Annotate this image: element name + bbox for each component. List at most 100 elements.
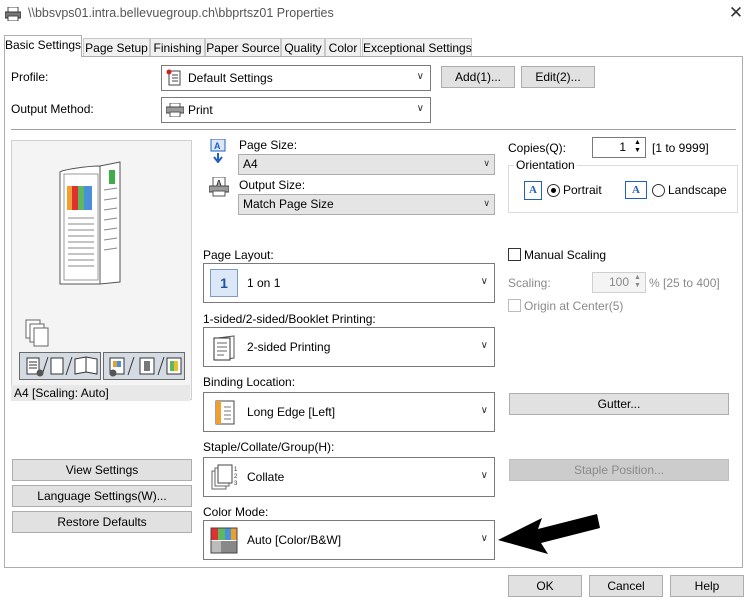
svg-text:A: A bbox=[214, 141, 221, 151]
edit-profile-button[interactable]: Edit(2)... bbox=[521, 66, 595, 88]
svg-text:3: 3 bbox=[234, 481, 238, 487]
tab-paper-source[interactable]: Paper Source bbox=[205, 38, 281, 57]
copies-stack-icon bbox=[25, 319, 49, 347]
binding-location-label: Binding Location: bbox=[203, 375, 296, 389]
binding-location-value: Long Edge [Left] bbox=[247, 405, 336, 419]
radio-selected-dot bbox=[551, 188, 556, 193]
scaling-range: % [25 to 400] bbox=[649, 276, 720, 290]
spin-up-icon[interactable]: ▲ bbox=[631, 274, 644, 282]
copies-value: 1 bbox=[619, 140, 626, 154]
page-size-label: Page Size: bbox=[239, 138, 298, 152]
page-size-select[interactable]: A4 ∨ bbox=[238, 154, 495, 175]
spin-up-icon[interactable]: ▲ bbox=[631, 139, 644, 147]
binding-location-select[interactable]: Long Edge [Left] ∨ bbox=[203, 392, 495, 432]
collate-icon: 1 2 3 bbox=[211, 464, 238, 490]
preview-caption: A4 [Scaling: Auto] bbox=[11, 385, 190, 401]
staple-position-button[interactable]: Staple Position... bbox=[509, 459, 729, 481]
page-layout-label: Page Layout: bbox=[203, 248, 274, 262]
close-icon[interactable]: ✕ bbox=[726, 2, 746, 24]
cancel-button[interactable]: Cancel bbox=[589, 575, 663, 597]
svg-text:1: 1 bbox=[234, 467, 238, 473]
separator bbox=[11, 129, 736, 130]
page-layout-icon: 1 bbox=[210, 269, 238, 297]
language-settings-button[interactable]: Language Settings(W)... bbox=[12, 485, 192, 507]
staple-value: Collate bbox=[247, 470, 285, 484]
tab-quality[interactable]: Quality bbox=[281, 38, 325, 57]
view-settings-button[interactable]: View Settings bbox=[12, 459, 192, 481]
landscape-radio[interactable] bbox=[652, 184, 665, 197]
tab-color[interactable]: Color bbox=[325, 38, 361, 57]
landscape-icon: A bbox=[625, 181, 647, 199]
restore-defaults-button[interactable]: Restore Defaults bbox=[12, 511, 192, 533]
portrait-icon: A bbox=[524, 181, 542, 200]
chevron-down-icon: ∨ bbox=[480, 533, 488, 544]
gutter-button[interactable]: Gutter... bbox=[509, 393, 729, 415]
chevron-down-icon: ∨ bbox=[480, 276, 488, 287]
output-size-icon: A bbox=[209, 177, 229, 197]
output-size-select[interactable]: Match Page Size ∨ bbox=[238, 194, 495, 215]
profile-icon bbox=[166, 69, 181, 86]
tab-page-setup[interactable]: Page Setup bbox=[83, 38, 150, 57]
output-size-label: Output Size: bbox=[239, 178, 306, 192]
sided-printing-select[interactable]: 2-sided Printing ∨ bbox=[203, 327, 495, 367]
orientation-label: Orientation bbox=[514, 158, 577, 172]
finishing-summary-icon bbox=[19, 352, 101, 380]
profile-value: Default Settings bbox=[188, 71, 273, 85]
copies-range: [1 to 9999] bbox=[652, 141, 709, 155]
chevron-down-icon: ∨ bbox=[483, 198, 490, 208]
help-button[interactable]: Help bbox=[670, 575, 744, 597]
spin-down-icon[interactable]: ▼ bbox=[631, 147, 644, 155]
color-mode-label: Color Mode: bbox=[203, 505, 269, 519]
manual-scaling-checkbox[interactable] bbox=[508, 248, 521, 261]
spin-down-icon[interactable]: ▼ bbox=[631, 282, 644, 290]
output-method-label: Output Method: bbox=[11, 102, 94, 116]
add-profile-button[interactable]: Add(1)... bbox=[441, 66, 515, 88]
tab-finishing[interactable]: Finishing bbox=[150, 38, 205, 57]
page-size-icon: A bbox=[210, 139, 226, 163]
page-layout-value: 1 on 1 bbox=[247, 276, 281, 290]
chevron-down-icon: ∨ bbox=[416, 103, 424, 114]
portrait-label: Portrait bbox=[563, 183, 602, 197]
landscape-label: Landscape bbox=[668, 183, 727, 197]
page-size-value: A4 bbox=[243, 157, 258, 171]
color-summary-icon bbox=[103, 352, 185, 380]
profile-label: Profile: bbox=[11, 70, 49, 84]
manual-scaling-label: Manual Scaling bbox=[524, 248, 607, 262]
chevron-down-icon: ∨ bbox=[483, 158, 490, 168]
output-method-value: Print bbox=[188, 103, 213, 117]
page-layout-select[interactable]: 1 1 on 1 ∨ bbox=[203, 263, 495, 303]
output-method-select[interactable]: Print ∨ bbox=[161, 97, 431, 123]
tab-exceptional-settings[interactable]: Exceptional Settings bbox=[362, 38, 472, 57]
output-size-value: Match Page Size bbox=[243, 197, 334, 211]
chevron-down-icon: ∨ bbox=[416, 71, 424, 82]
chevron-down-icon: ∨ bbox=[480, 470, 488, 481]
printer-icon bbox=[5, 7, 21, 21]
scaling-value: 100 bbox=[608, 275, 629, 289]
two-sided-icon bbox=[213, 335, 235, 361]
copies-label: Copies(Q): bbox=[508, 141, 567, 155]
title-bar: \\bbsvps01.intra.bellevuegroup.ch\bbprts… bbox=[0, 0, 748, 30]
portrait-radio[interactable] bbox=[547, 184, 560, 197]
chevron-down-icon: ∨ bbox=[480, 340, 488, 351]
color-mode-value: Auto [Color/B&W] bbox=[247, 533, 342, 547]
copies-spinbox[interactable]: 1 ▲ ▼ bbox=[592, 137, 646, 158]
svg-text:2: 2 bbox=[234, 474, 238, 480]
staple-label: Staple/Collate/Group(H): bbox=[203, 440, 335, 454]
scaling-label: Scaling: bbox=[508, 276, 551, 290]
document-preview-icon bbox=[59, 161, 121, 285]
annotation-arrow-icon bbox=[498, 514, 600, 554]
sided-printing-label: 1-sided/2-sided/Booklet Printing: bbox=[203, 312, 376, 326]
origin-center-label: Origin at Center(5) bbox=[524, 299, 624, 313]
binding-edge-icon bbox=[215, 400, 235, 425]
chevron-down-icon: ∨ bbox=[480, 405, 488, 416]
color-mode-select[interactable]: Auto [Color/B&W] ∨ bbox=[203, 520, 495, 560]
print-icon bbox=[166, 103, 184, 117]
origin-center-checkbox[interactable] bbox=[508, 299, 521, 312]
ok-button[interactable]: OK bbox=[508, 575, 582, 597]
tab-basic-settings[interactable]: Basic Settings bbox=[4, 35, 82, 57]
sided-printing-value: 2-sided Printing bbox=[247, 340, 331, 354]
staple-select[interactable]: 1 2 3 Collate ∨ bbox=[203, 457, 495, 497]
scaling-spinbox[interactable]: 100 ▲ ▼ bbox=[592, 272, 646, 293]
window-title: \\bbsvps01.intra.bellevuegroup.ch\bbprts… bbox=[28, 6, 334, 20]
profile-select[interactable]: Default Settings ∨ bbox=[161, 65, 431, 91]
